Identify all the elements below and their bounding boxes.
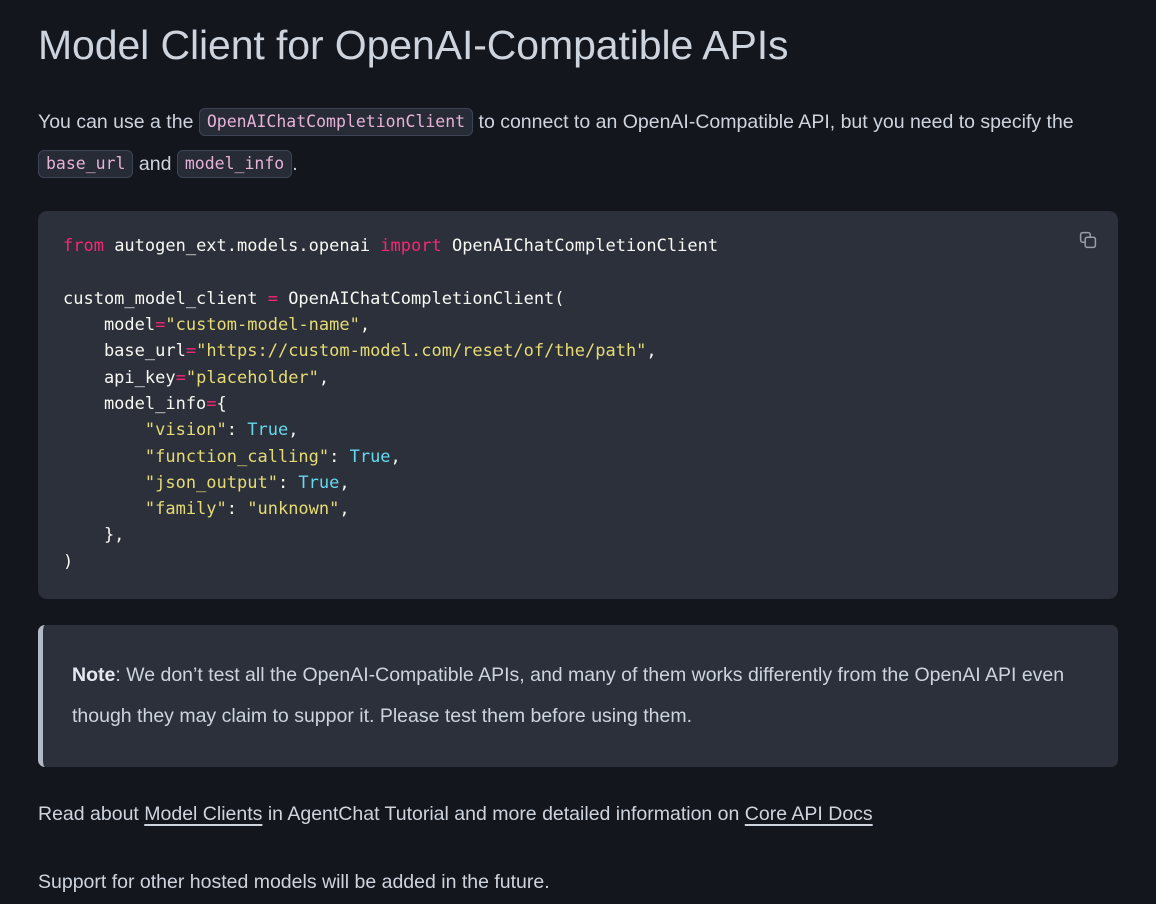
code-token-key-vision: "vision" <box>63 420 227 441</box>
code-token-constructor: OpenAIChatCompletionClient( <box>277 288 565 309</box>
code-token-module: autogen_ext.models.openai <box>103 236 381 257</box>
code-token-close-brace: }, <box>63 525 125 546</box>
code-token-assign-1: = <box>267 288 278 309</box>
code-block: from autogen_ext.models.openai import Op… <box>38 211 1118 599</box>
code-token-comma-1: , <box>359 315 371 336</box>
code-token-colon-4: : <box>226 499 248 520</box>
intro-text-1: You can use a the <box>38 111 199 134</box>
code-token-assign-4: = <box>175 367 186 388</box>
code-token-from: from <box>63 236 104 257</box>
code-token-open-brace: { <box>216 393 227 414</box>
inline-code-openaichatcompletionclient: OpenAIChatCompletionClient <box>198 108 474 137</box>
code-token-arg-base-url: base_url <box>63 341 186 362</box>
code-token-family-value: "unknown" <box>247 499 340 520</box>
code-content: from autogen_ext.models.openai import Op… <box>63 233 1093 575</box>
link-model-clients[interactable]: Model Clients <box>144 803 262 825</box>
code-token-arg-model: model <box>63 315 156 336</box>
code-token-colon-3: : <box>277 472 299 493</box>
inline-code-model-info: model_info <box>176 150 293 179</box>
intro-text-3: and <box>133 153 177 176</box>
code-token-comma-3: , <box>318 367 330 388</box>
code-token-key-family: "family" <box>63 499 227 520</box>
code-token-base-url-value: "https://custom-model.com/reset/of/the/p… <box>196 341 647 362</box>
code-token-arg-api-key: api_key <box>63 367 176 388</box>
page-title: Model Client for OpenAI-Compatible APIs <box>38 22 789 68</box>
code-token-imported-symbol: OpenAIChatCompletionClient <box>441 236 719 257</box>
code-token-arg-model-info: model_info <box>63 393 207 414</box>
links-text-2: in AgentChat Tutorial and more detailed … <box>262 803 745 825</box>
code-token-colon-1: : <box>226 420 248 441</box>
code-token-comma-6: , <box>339 472 350 493</box>
tail-paragraph: Support for other hosted models will be … <box>38 871 550 893</box>
code-token-close-paren: ) <box>63 551 74 572</box>
code-token-comma-4: , <box>288 420 299 441</box>
code-token-assign-2: = <box>155 315 166 336</box>
code-token-comma-5: , <box>390 446 401 467</box>
note-admonition: Note: We don’t test all the OpenAI-Compa… <box>38 625 1118 767</box>
code-token-variable: custom_model_client <box>63 288 268 309</box>
note-text: Note: We don’t test all the OpenAI-Compa… <box>72 655 1084 737</box>
code-token-json-output-value: True <box>298 472 340 493</box>
code-token-key-json-output: "json_output" <box>63 472 278 493</box>
note-label: Note <box>72 664 116 686</box>
code-token-model-value: "custom-model-name" <box>165 315 360 336</box>
links-paragraph: Read about Model Clients in AgentChat Tu… <box>38 794 1118 835</box>
copy-icon[interactable] <box>1075 227 1101 253</box>
inline-code-base-url: base_url <box>38 150 134 179</box>
code-token-api-key-value: "placeholder" <box>185 367 319 388</box>
code-token-colon-2: : <box>329 446 350 467</box>
doc-page: Model Client for OpenAI-Compatible APIs … <box>0 0 1156 904</box>
note-body: : We don’t test all the OpenAI-Compatibl… <box>72 664 1065 727</box>
code-token-comma-7: , <box>339 499 350 520</box>
code-token-key-function-calling: "function_calling" <box>63 446 330 467</box>
link-core-api-docs[interactable]: Core API Docs <box>745 803 873 825</box>
intro-text-4: . <box>292 153 298 176</box>
intro-text-2: to connect to an OpenAI-Compatible API, … <box>473 111 1074 134</box>
code-token-assign-5: = <box>206 393 217 414</box>
code-token-import: import <box>380 236 442 257</box>
code-token-function-calling-value: True <box>349 446 391 467</box>
code-token-vision-value: True <box>247 420 289 441</box>
code-token-assign-3: = <box>185 341 197 362</box>
links-text-1: Read about <box>38 803 145 825</box>
code-token-comma-2: , <box>646 341 657 362</box>
intro-paragraph: You can use a the OpenAIChatCompletionCl… <box>38 101 1118 185</box>
